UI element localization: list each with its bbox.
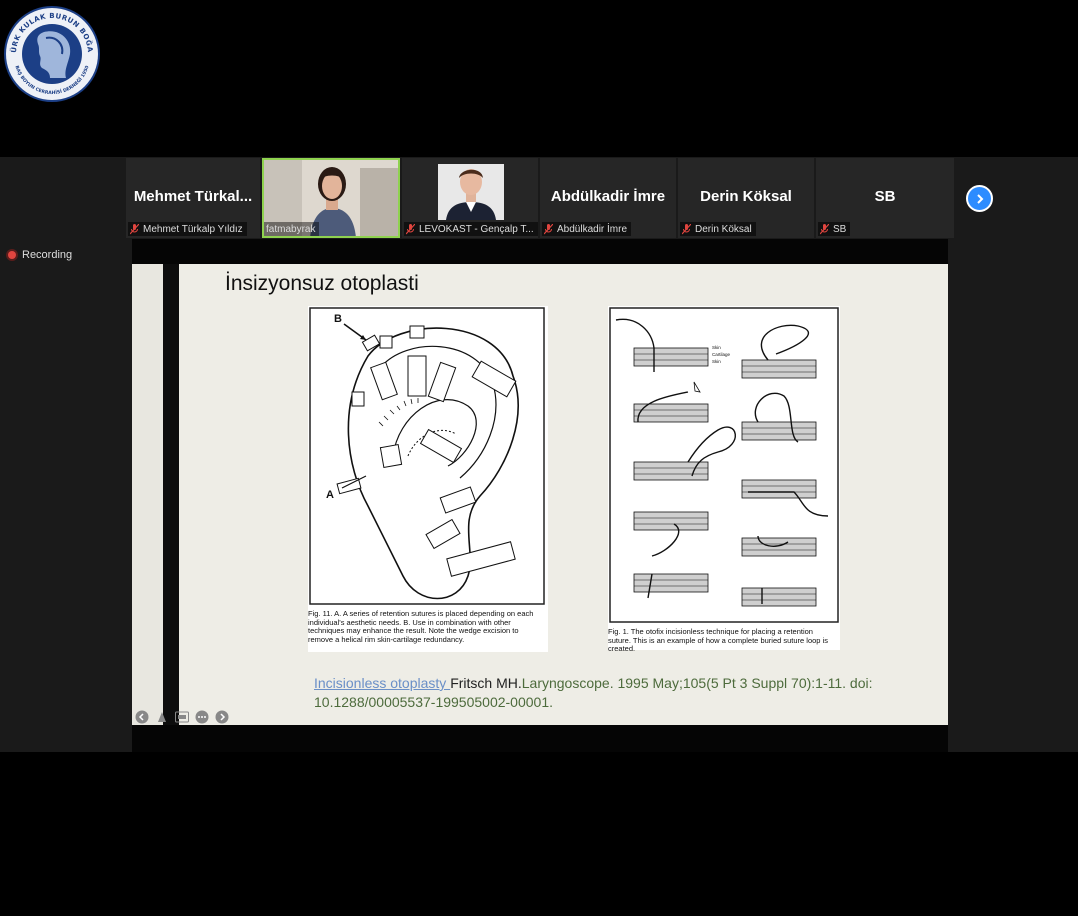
- arrow-left-icon: [135, 710, 149, 724]
- participant-display-name: Mehmet Türkal...: [133, 188, 253, 205]
- participant-tile-active-speaker[interactable]: fatmabyrak: [262, 158, 400, 238]
- caption-icon: [175, 711, 189, 723]
- citation-author: Fritsch MH.: [450, 675, 522, 691]
- svg-text:Skin: Skin: [712, 359, 721, 364]
- participant-name-tag: Mehmet Türkalp Yıldız: [128, 222, 247, 236]
- shared-slide: İnsizyonsuz otoplasti B A Fig. 11. A. A …: [132, 264, 948, 725]
- citation-link[interactable]: Incisionless otoplasty: [314, 675, 450, 691]
- figure-caption-right: Fig. 1. The otofix incisionless techniqu…: [608, 627, 828, 653]
- slide-left-bar: [163, 264, 179, 725]
- next-participants-button[interactable]: [966, 185, 993, 212]
- participant-name-tag: Abdülkadir İmre: [542, 222, 632, 236]
- pen-icon: [158, 712, 166, 722]
- arrow-right-icon: [215, 710, 229, 724]
- participant-tile[interactable]: Derin Köksal Derin Köksal: [678, 158, 814, 238]
- more-icon: [195, 710, 209, 724]
- participant-name: Derin Köksal: [695, 223, 752, 235]
- figure-label-a: A: [326, 489, 334, 501]
- figure-caption-left: Fig. 11. A. A series of retention suture…: [308, 609, 534, 644]
- recording-dot-icon: [8, 251, 16, 259]
- participant-name: Abdülkadir İmre: [557, 223, 628, 235]
- participant-name-tag: Derin Köksal: [680, 222, 756, 236]
- participant-name: SB: [833, 223, 847, 235]
- slide-prev-button[interactable]: [134, 710, 150, 724]
- recording-indicator: Recording: [8, 249, 72, 261]
- participant-name-tag: SB: [818, 222, 851, 236]
- participant-tile[interactable]: Mehmet Türkal... Mehmet Türkalp Yıldız: [126, 158, 260, 238]
- stage-left-margin: [0, 239, 132, 752]
- slide-next-button[interactable]: [214, 710, 230, 724]
- figure-suture-technique: Skin Cartilage Skin Fig. 1. The otofix i…: [608, 306, 840, 653]
- participant-display-name: Derin Köksal: [700, 188, 792, 205]
- society-logo: TÜRK KULAK BURUN BOĞAZ BAŞ BOYUN CERRAHİ…: [2, 4, 100, 102]
- participant-tile[interactable]: LEVOKAST - Gençalp T...: [402, 158, 538, 238]
- participant-display-name: SB: [874, 188, 896, 205]
- participant-tile[interactable]: Abdülkadir İmre Abdülkadir İmre: [540, 158, 676, 238]
- mic-muted-icon: [130, 223, 139, 234]
- slide-title: İnsizyonsuz otoplasti: [225, 272, 419, 295]
- participant-display-name: Abdülkadir İmre: [550, 188, 666, 205]
- slide-more-button[interactable]: [194, 710, 210, 724]
- participant-name: LEVOKAST - Gençalp T...: [419, 223, 534, 235]
- recording-label: Recording: [22, 249, 73, 261]
- svg-text:Skin: Skin: [712, 345, 721, 350]
- participant-tile[interactable]: SB SB: [816, 158, 954, 238]
- participant-name: Mehmet Türkalp Yıldız: [143, 223, 243, 235]
- figure-ear-sutures: B A Fig. 11. A. A series of retention su…: [308, 306, 548, 652]
- slide-captions-button[interactable]: [174, 710, 190, 724]
- mic-muted-icon: [406, 223, 415, 234]
- svg-text:Cartilage: Cartilage: [712, 352, 731, 357]
- stage-right-margin: [948, 239, 1078, 752]
- chevron-right-icon: [976, 193, 983, 204]
- slide-controls: [134, 710, 230, 724]
- slide-pen-button[interactable]: [154, 710, 170, 724]
- ear-illustration: B A: [309, 307, 545, 605]
- mic-muted-icon: [820, 223, 829, 234]
- mic-muted-icon: [544, 223, 553, 234]
- figure-label-b: B: [334, 313, 342, 325]
- suture-steps-illustration: Skin Cartilage Skin: [609, 307, 839, 623]
- stage-top-bar: [132, 239, 948, 264]
- participant-name: fatmabyrak: [266, 223, 316, 235]
- stage-bottom-bar: [132, 725, 948, 752]
- participant-name-tag: fatmabyrak: [264, 222, 320, 236]
- citation: Incisionless otoplasty Fritsch MH.Laryng…: [314, 674, 874, 712]
- mic-muted-icon: [682, 223, 691, 234]
- participant-name-tag: LEVOKAST - Gençalp T...: [404, 222, 538, 236]
